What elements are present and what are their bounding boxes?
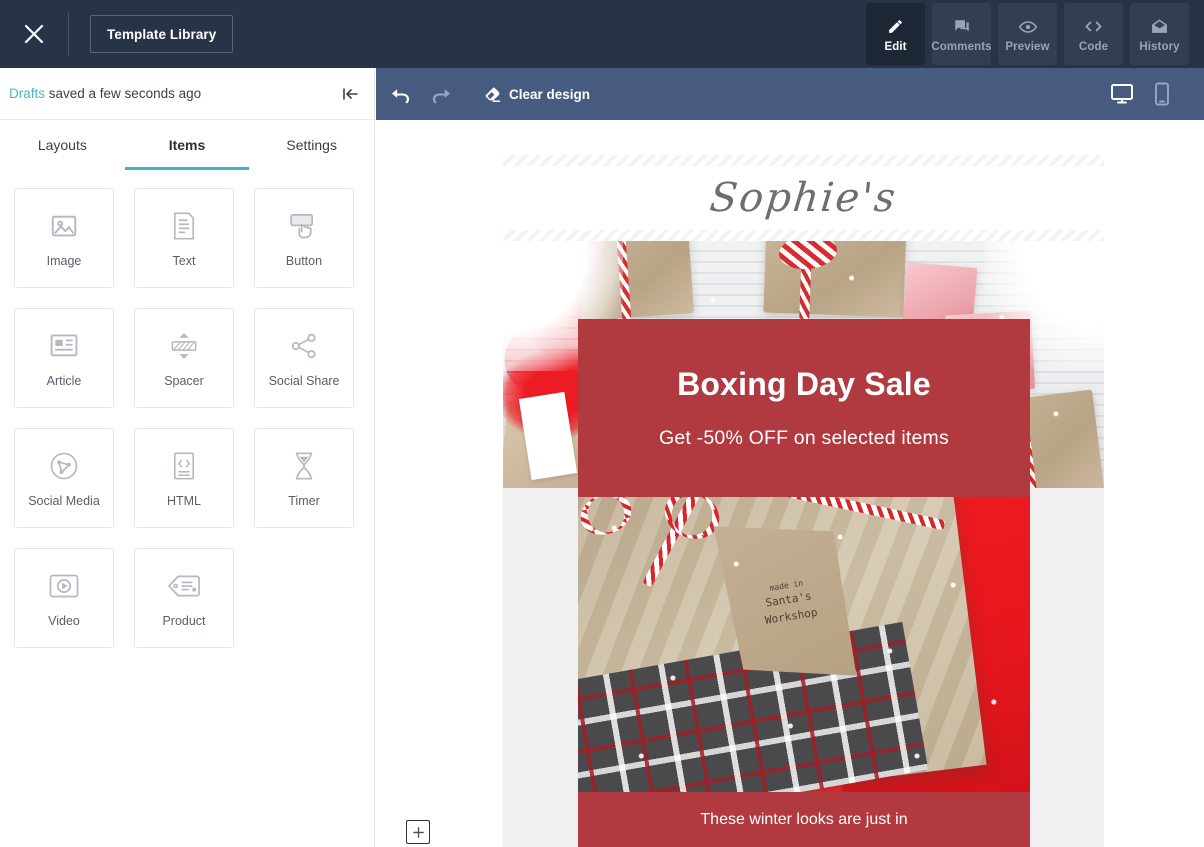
comment-icon <box>953 16 971 38</box>
mode-label-code: Code <box>1078 40 1109 53</box>
eye-icon <box>1018 16 1038 38</box>
envelope-icon <box>1150 16 1169 38</box>
item-tile-image[interactable]: Image <box>14 188 114 288</box>
item-label-image: Image <box>46 253 82 268</box>
add-block-button[interactable] <box>406 820 430 844</box>
device-switcher <box>1102 77 1204 111</box>
close-icon <box>22 22 46 46</box>
redo-icon <box>431 85 452 104</box>
item-label-text: Text <box>172 253 196 268</box>
article-icon <box>49 329 79 363</box>
mode-button-history[interactable]: History <box>1130 3 1189 65</box>
draft-status-bar: Drafts saved a few seconds ago <box>0 68 374 120</box>
item-label-spacer: Spacer <box>164 373 204 388</box>
mode-label-comments: Comments <box>931 40 992 53</box>
item-label-article: Article <box>46 373 82 388</box>
collapse-panel-icon[interactable] <box>342 87 358 101</box>
pencil-icon <box>887 16 904 38</box>
mode-button-preview[interactable]: Preview <box>998 3 1057 65</box>
item-tile-html[interactable]: HTML <box>134 428 234 528</box>
close-editor-button[interactable] <box>0 0 68 68</box>
brand-name: Sophie's <box>707 175 900 221</box>
plus-icon <box>412 826 425 839</box>
draft-status-text: saved a few seconds ago <box>45 86 202 101</box>
mode-label-history: History <box>1139 40 1180 53</box>
stripe-band-bottom <box>503 230 1104 241</box>
panel-tabs: Layouts Items Settings <box>0 120 374 170</box>
clear-design-button[interactable]: Clear design <box>484 86 590 103</box>
product-tag-icon <box>167 569 201 603</box>
item-label-social-share: Social Share <box>268 373 340 388</box>
item-label-button: Button <box>285 253 323 268</box>
mode-label-preview: Preview <box>1005 40 1050 53</box>
topbar-divider <box>68 12 69 56</box>
undo-button[interactable] <box>383 77 417 111</box>
mobile-icon <box>1154 82 1170 106</box>
footer-text-block[interactable]: These winter looks are just in <box>578 792 1030 847</box>
eraser-icon <box>484 86 501 103</box>
item-label-social-media: Social Media <box>28 493 100 508</box>
item-tile-social-share[interactable]: Social Share <box>254 308 354 408</box>
sale-title: Boxing Day Sale <box>677 366 931 402</box>
mode-switcher: Edit Comments Preview Code History <box>866 0 1204 68</box>
tab-settings[interactable]: Settings <box>249 120 374 170</box>
item-tile-spacer[interactable]: Spacer <box>134 308 234 408</box>
mode-label-edit: Edit <box>884 40 907 53</box>
sale-subtitle: Get -50% OFF on selected items <box>659 427 949 449</box>
undo-icon <box>390 85 411 104</box>
items-grid: Image Text Button Article Spacer Social … <box>0 170 374 648</box>
email-canvas: Sophie's Boxing Day Sale Get -50% OFF on… <box>376 120 1204 847</box>
item-tile-button[interactable]: Button <box>254 188 354 288</box>
email-header-block[interactable]: Sophie's <box>503 155 1104 241</box>
spacer-icon <box>168 329 200 363</box>
editor-toolbar: Clear design <box>376 68 1204 120</box>
button-icon <box>288 209 320 243</box>
image-icon <box>49 209 79 243</box>
clear-design-label: Clear design <box>509 86 591 102</box>
tab-items[interactable]: Items <box>125 120 250 170</box>
desktop-view-button[interactable] <box>1102 77 1142 111</box>
item-label-video: Video <box>48 613 80 628</box>
sale-banner-block[interactable]: Boxing Day Sale Get -50% OFF on selected… <box>578 319 1030 497</box>
top-bar: Template Library Edit Comments Preview C… <box>0 0 1204 68</box>
mode-button-comments[interactable]: Comments <box>931 3 992 65</box>
mode-button-code[interactable]: Code <box>1064 3 1123 65</box>
stripe-band-top <box>503 155 1104 166</box>
item-label-html: HTML <box>166 493 202 508</box>
product-image-block[interactable]: made in Santa's Workshop <box>578 492 1030 792</box>
template-library-button[interactable]: Template Library <box>90 15 234 53</box>
code-icon <box>1084 16 1103 38</box>
html-icon <box>170 449 198 483</box>
mode-button-edit[interactable]: Edit <box>866 3 925 65</box>
item-tile-article[interactable]: Article <box>14 308 114 408</box>
email-preview[interactable]: Sophie's Boxing Day Sale Get -50% OFF on… <box>503 155 1104 847</box>
item-tile-text[interactable]: Text <box>134 188 234 288</box>
tab-layouts[interactable]: Layouts <box>0 120 125 170</box>
social-share-icon <box>289 329 319 363</box>
video-icon <box>48 569 80 603</box>
item-label-product: Product <box>162 613 206 628</box>
mobile-view-button[interactable] <box>1142 77 1182 111</box>
item-label-timer: Timer <box>288 493 320 508</box>
snow-flecks <box>578 492 1030 792</box>
item-tile-video[interactable]: Video <box>14 548 114 648</box>
redo-button[interactable] <box>424 77 458 111</box>
draft-status: Drafts saved a few seconds ago <box>9 86 201 101</box>
footer-text: These winter looks are just in <box>700 810 908 828</box>
timer-icon <box>291 449 317 483</box>
desktop-icon <box>1110 83 1134 105</box>
left-sidebar: Drafts saved a few seconds ago Layouts I… <box>0 68 375 847</box>
item-tile-product[interactable]: Product <box>134 548 234 648</box>
social-media-icon <box>49 449 79 483</box>
item-tile-timer[interactable]: Timer <box>254 428 354 528</box>
item-tile-social-media[interactable]: Social Media <box>14 428 114 528</box>
text-icon <box>170 209 198 243</box>
drafts-link[interactable]: Drafts <box>9 86 45 101</box>
